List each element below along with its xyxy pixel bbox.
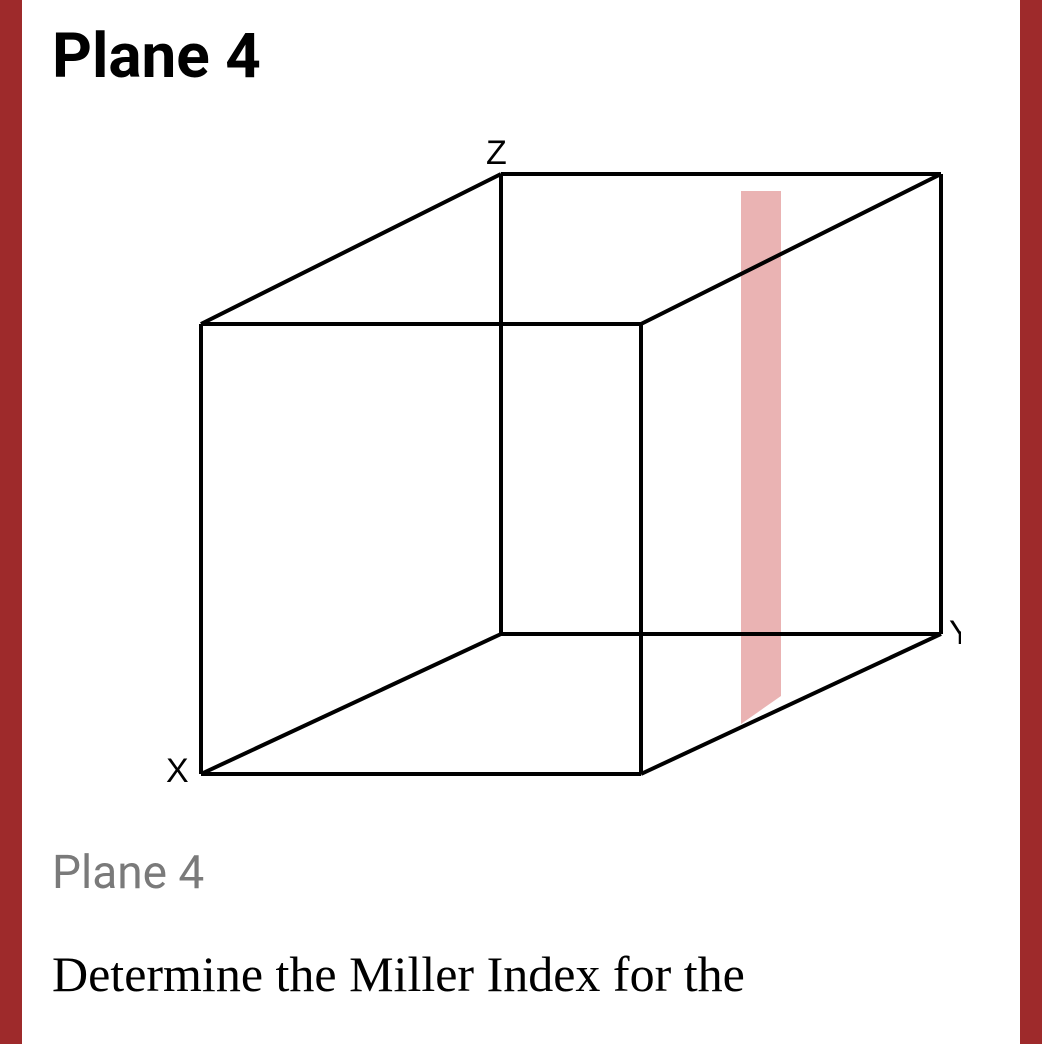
- page-frame: Plane 4: [0, 0, 1042, 1044]
- figure-caption: Plane 4: [52, 844, 990, 904]
- figure-container: Z Y X: [52, 134, 990, 814]
- edge-bl: [201, 634, 501, 774]
- problem-title: Plane 4: [52, 20, 990, 94]
- edge-tl: [201, 174, 501, 324]
- axis-label-x: X: [166, 752, 189, 790]
- edge-br: [641, 634, 941, 774]
- cube-diagram: Z Y X: [81, 134, 961, 814]
- axis-label-y: Y: [949, 614, 961, 652]
- axis-label-z: Z: [486, 134, 507, 172]
- question-text: Determine the Miller Index for the: [52, 944, 990, 1004]
- content-area: Plane 4: [22, 0, 1020, 1044]
- edge-tr: [641, 174, 941, 324]
